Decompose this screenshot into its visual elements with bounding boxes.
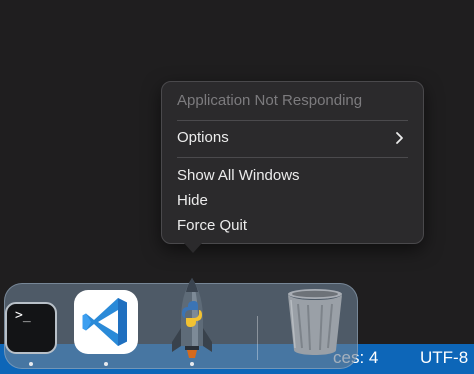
- dock-separator: [257, 316, 258, 360]
- chevron-right-icon: [396, 132, 403, 144]
- desktop: ces: 4 UTF-8 >_: [0, 0, 474, 374]
- menu-item-show-all-windows[interactable]: Show All Windows: [177, 164, 413, 188]
- running-indicator: [190, 362, 194, 366]
- menu-divider: [177, 157, 408, 158]
- terminal-icon[interactable]: >_: [5, 302, 57, 354]
- menu-item-label: Options: [177, 129, 229, 146]
- running-indicator: [104, 362, 108, 366]
- vscode-icon[interactable]: [74, 290, 138, 354]
- terminal-prompt: >_: [15, 308, 31, 323]
- trash-icon[interactable]: [283, 286, 347, 356]
- app-context-menu: Application Not Responding Options Show …: [161, 81, 424, 244]
- menu-divider: [177, 120, 408, 121]
- menu-header-not-responding: Application Not Responding: [177, 92, 363, 109]
- status-encoding[interactable]: UTF-8: [420, 348, 468, 368]
- menu-item-options[interactable]: Options: [177, 126, 413, 150]
- menu-item-hide[interactable]: Hide: [177, 189, 413, 213]
- menu-item-force-quit[interactable]: Force Quit: [177, 214, 413, 238]
- running-indicator: [29, 362, 33, 366]
- menu-pointer: [183, 242, 203, 253]
- python-launcher-rocket-icon[interactable]: [170, 276, 214, 360]
